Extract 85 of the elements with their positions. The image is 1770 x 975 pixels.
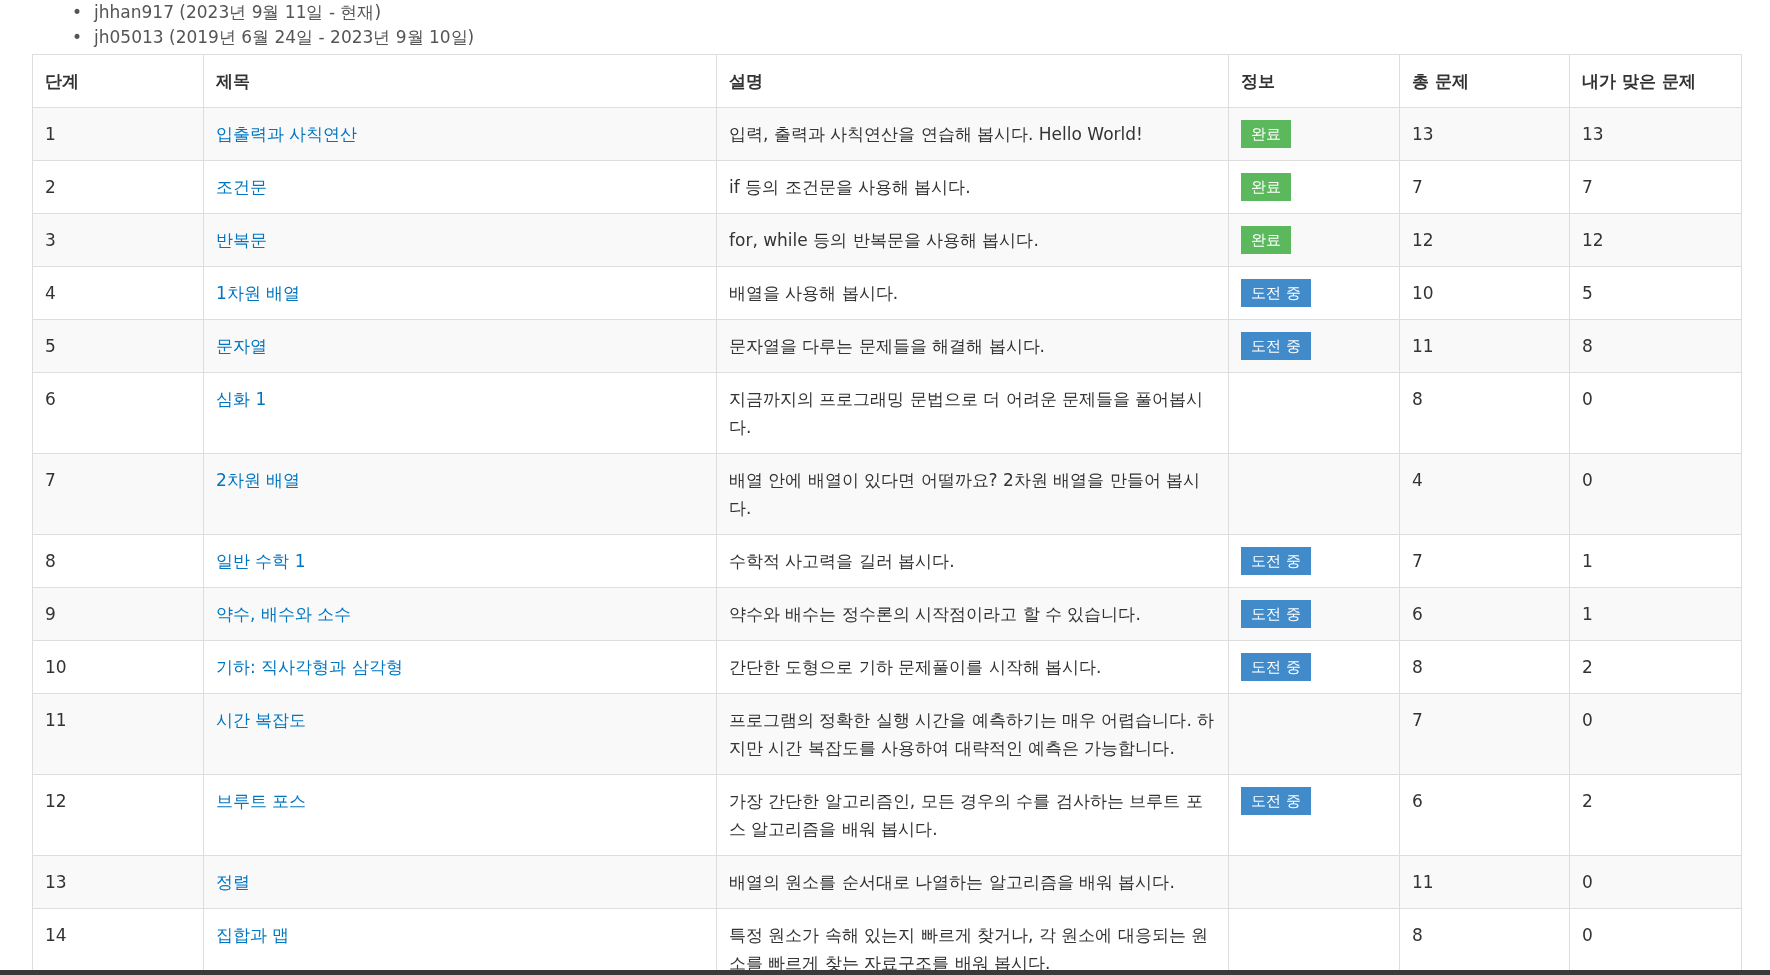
status-badge: 완료 [1241,120,1291,148]
table-cell: 12 [32,774,204,856]
stage-link[interactable]: 조건문 [216,177,267,197]
table-cell: 6 [1399,587,1570,641]
table-cell: 배열을 사용해 봅시다. [716,266,1229,320]
table-cell: 0 [1569,453,1742,535]
table-cell: 10 [32,640,204,694]
status-badge: 도전 중 [1241,787,1311,815]
table-cell: 2 [32,160,204,214]
status-badge: 도전 중 [1241,600,1311,628]
table-cell: 8 [1569,319,1742,373]
status-badge: 완료 [1241,173,1291,201]
table-cell: 6 [1399,774,1570,856]
bullet: • [72,1,83,24]
table-cell: 약수와 배수는 정수론의 시작점이라고 할 수 있습니다. [716,587,1229,641]
stage-link[interactable]: 문자열 [216,336,267,356]
stage-link[interactable]: 시간 복잡도 [216,710,307,730]
table-cell: 7 [1399,693,1570,775]
status-badge: 도전 중 [1241,332,1311,360]
table-cell: 프로그램의 정확한 실행 시간을 예측하기는 매우 어렵습니다. 하지만 시간 복잡도를 사용하여 대략적인 예측은 가능합니다. [716,693,1229,775]
table-cell: 0 [1569,855,1742,909]
table-cell: 배열 안에 배열이 있다면 어떨까요? 2차원 배열을 만들어 봅시다. [716,453,1229,535]
stage-link[interactable]: 약수, 배수와 소수 [216,604,352,624]
table-cell: 1 [32,107,204,161]
table-cell: 3 [32,213,204,267]
table-cell: 6 [32,372,204,454]
column-header: 정보 [1228,54,1400,108]
stage-link[interactable]: 심화 1 [216,389,267,409]
table-cell: 11 [1399,319,1570,373]
table-cell: 4 [1399,453,1570,535]
table-cell: 8 [1399,372,1570,454]
table-cell: 1 [1569,534,1742,588]
column-header: 제목 [203,54,717,108]
table-cell: 수학적 사고력을 길러 봅시다. [716,534,1229,588]
table-cell: 입력, 출력과 사칙연산을 연습해 봅시다. Hello World! [716,107,1229,161]
table-cell: 13 [1399,107,1570,161]
table-cell: if 등의 조건문을 사용해 봅시다. [716,160,1229,214]
table-cell: 12 [1399,213,1570,267]
table-cell: 배열의 원소를 순서대로 나열하는 알고리즘을 배워 봅시다. [716,855,1229,909]
table-cell: 지금까지의 프로그래밍 문법으로 더 어려운 문제들을 풀어봅시다. [716,372,1229,454]
table-cell: 문자열을 다루는 문제들을 해결해 봅시다. [716,319,1229,373]
account-history-item: jhhan917 (2023년 9월 11일 - 현재) [94,1,382,24]
table-cell: 13 [32,855,204,909]
stage-link[interactable]: 정렬 [216,872,250,892]
table-cell: 13 [1569,107,1742,161]
table-cell: 2 [1569,774,1742,856]
status-badge: 완료 [1241,226,1291,254]
table-cell: 2 [1569,640,1742,694]
table-cell: 5 [1569,266,1742,320]
table-cell: 9 [32,587,204,641]
table-cell: 11 [1399,855,1570,909]
table-cell: for, while 등의 반복문을 사용해 봅시다. [716,213,1229,267]
table-cell: 8 [32,534,204,588]
table-cell: 가장 간단한 알고리즘인, 모든 경우의 수를 검사하는 브루트 포스 알고리즘을 배워 봅시다. [716,774,1229,856]
status-badge: 도전 중 [1241,653,1311,681]
table-cell: 12 [1569,213,1742,267]
table-cell: 5 [32,319,204,373]
stage-link[interactable]: 기하: 직사각형과 삼각형 [216,657,403,677]
table-cell: 4 [32,266,204,320]
table-cell: 7 [32,453,204,535]
table-cell: 7 [1569,160,1742,214]
column-header: 내가 맞은 문제 [1569,54,1742,108]
table-cell: 11 [32,693,204,775]
table-cell: 1 [1569,587,1742,641]
stage-link[interactable]: 브루트 포스 [216,791,307,811]
stage-link[interactable]: 반복문 [216,230,267,250]
table-cell: 7 [1399,160,1570,214]
table-cell: 10 [1399,266,1570,320]
stage-link[interactable]: 집합과 맵 [216,925,290,945]
stage-link[interactable]: 입출력과 사칙연산 [216,124,358,144]
table-cell: 간단한 도형으로 기하 문제풀이를 시작해 봅시다. [716,640,1229,694]
stage-link[interactable]: 일반 수학 1 [216,551,306,571]
column-header: 총 문제 [1399,54,1570,108]
table-cell: 8 [1399,640,1570,694]
account-history-item: jh05013 (2019년 6월 24일 - 2023년 9월 10일) [94,26,475,49]
status-badge: 도전 중 [1241,547,1311,575]
stage-link[interactable]: 2차원 배열 [216,470,301,490]
table-cell: 0 [1569,693,1742,775]
bullet: • [72,26,83,49]
table-cell: 7 [1399,534,1570,588]
status-badge: 도전 중 [1241,279,1311,307]
table-cell: 0 [1569,372,1742,454]
column-header: 단계 [32,54,204,108]
column-header: 설명 [716,54,1229,108]
stage-link[interactable]: 1차원 배열 [216,283,301,303]
